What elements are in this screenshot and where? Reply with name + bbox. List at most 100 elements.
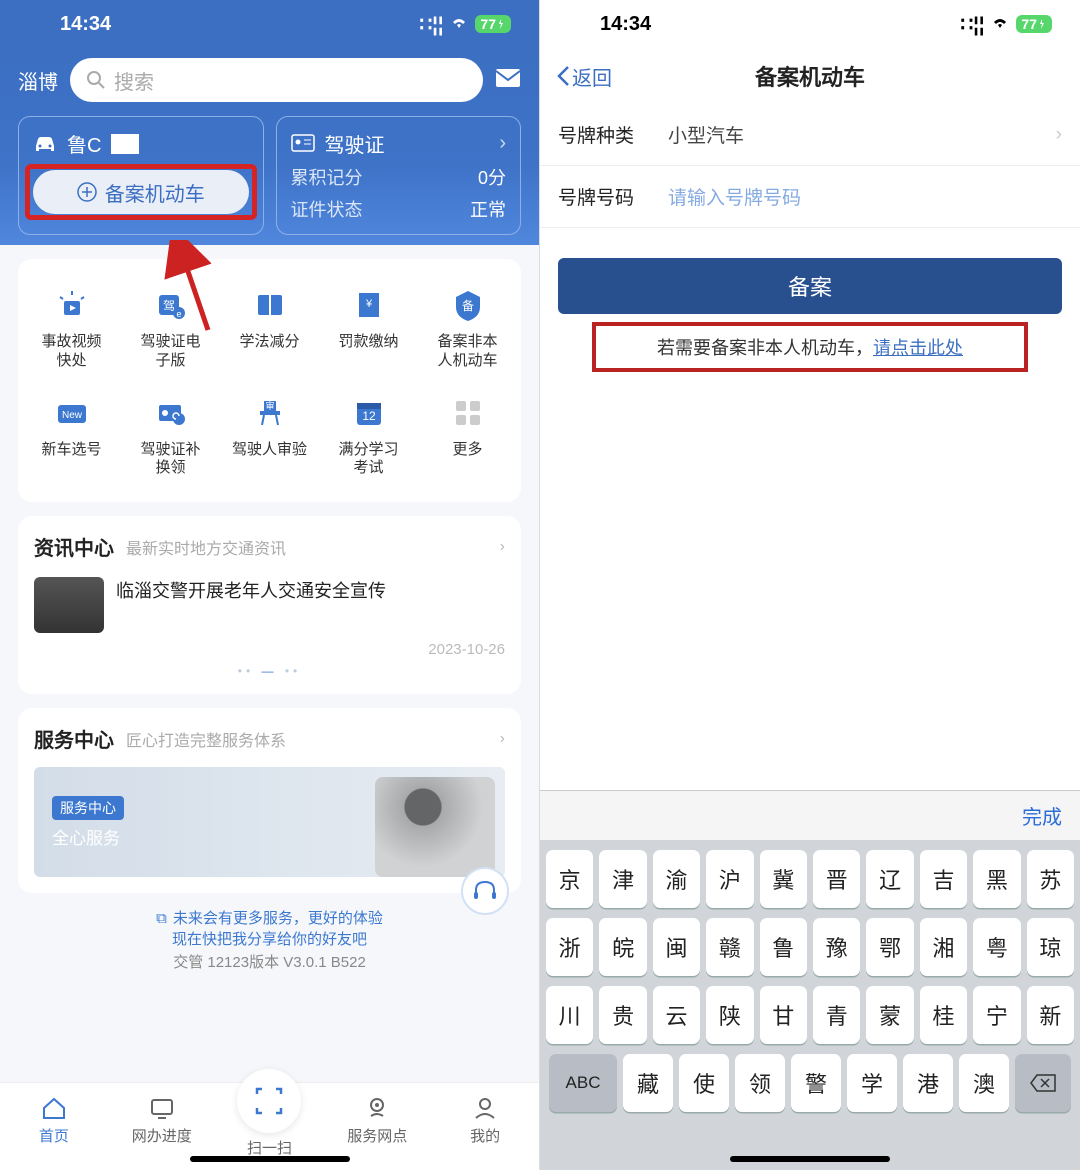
key-警[interactable]: 警 <box>791 1054 841 1112</box>
plate-type-row[interactable]: 号牌种类 小型汽车 › <box>540 104 1080 166</box>
plate-number-row[interactable]: 号牌号码 请输入号牌号码 <box>540 166 1080 228</box>
news-title: 资讯中心 <box>34 532 114 561</box>
key-吉[interactable]: 吉 <box>920 850 967 908</box>
key-赣[interactable]: 赣 <box>706 918 753 976</box>
plate-prefix: 鲁C <box>67 129 101 158</box>
chevron-right-icon[interactable]: › <box>500 538 505 556</box>
submit-button[interactable]: 备案 <box>558 258 1062 314</box>
keyboard-toolbar: 完成 <box>540 790 1080 840</box>
grid-item-7[interactable]: 审驾驶人审验 <box>220 381 319 489</box>
key-backspace[interactable] <box>1015 1054 1071 1112</box>
record-vehicle-button[interactable]: 备案机动车 <box>33 170 249 214</box>
grid-item-3[interactable]: ¥罚款缴纳 <box>319 273 418 381</box>
grid-item-4[interactable]: 备备案非本人机动车 <box>418 273 517 381</box>
key-辽[interactable]: 辽 <box>866 850 913 908</box>
service-section: 服务中心 匠心打造完整服务体系 › 服务中心 全心服务 <box>18 708 521 893</box>
key-领[interactable]: 领 <box>735 1054 785 1112</box>
points-label: 累积记分 <box>291 164 363 190</box>
status-label: 证件状态 <box>291 196 363 222</box>
key-学[interactable]: 学 <box>847 1054 897 1112</box>
key-津[interactable]: 津 <box>599 850 646 908</box>
banner-text: 全心服务 <box>52 824 124 849</box>
key-琼[interactable]: 琼 <box>1027 918 1074 976</box>
grid-label: 事故视频快处 <box>24 333 119 371</box>
banner-image <box>375 777 495 877</box>
grid-item-8[interactable]: 12满分学习考试 <box>319 381 418 489</box>
key-苏[interactable]: 苏 <box>1027 850 1074 908</box>
grid-item-0[interactable]: 事故视频快处 <box>22 273 121 381</box>
tab-mine[interactable]: 我的 <box>431 1083 539 1170</box>
grid-item-5[interactable]: New新车选号 <box>22 381 121 489</box>
tab-label: 网办进度 <box>108 1125 216 1146</box>
key-青[interactable]: 青 <box>813 986 860 1044</box>
search-placeholder: 搜索 <box>114 66 154 95</box>
key-皖[interactable]: 皖 <box>599 918 646 976</box>
key-沪[interactable]: 沪 <box>706 850 753 908</box>
key-鄂[interactable]: 鄂 <box>866 918 913 976</box>
key-甘[interactable]: 甘 <box>760 986 807 1044</box>
grid-item-1[interactable]: 驾e驾驶证电子版 <box>121 273 220 381</box>
status-bar: 14:34 ∷¦¦ 77 <box>0 0 539 48</box>
grid-label: 更多 <box>420 441 515 460</box>
chevron-right-icon: › <box>1056 124 1062 146</box>
key-豫[interactable]: 豫 <box>813 918 860 976</box>
plate-type-label: 号牌种类 <box>558 121 668 148</box>
service-banner[interactable]: 服务中心 全心服务 <box>34 767 505 877</box>
grid-label: 驾驶证电子版 <box>123 333 218 371</box>
city-selector[interactable]: 淄博 <box>18 66 58 95</box>
keyboard: 京津渝沪冀晋辽吉黑苏浙皖闽赣鲁豫鄂湘粤琼川贵云陕甘青蒙桂宁新 ABC藏使领警学港澳 <box>540 840 1080 1170</box>
vehicle-card[interactable]: 鲁C 备案机动车 <box>18 116 264 235</box>
tab-home[interactable]: 首页 <box>0 1083 108 1170</box>
key-陕[interactable]: 陕 <box>706 986 753 1044</box>
mail-icon[interactable] <box>495 68 521 93</box>
footer-note: ⧉未来会有更多服务，更好的体验现在快把我分享给你的好友吧 <box>0 907 539 949</box>
key-港[interactable]: 港 <box>903 1054 953 1112</box>
status-time: 14:34 <box>600 13 651 36</box>
key-云[interactable]: 云 <box>653 986 700 1044</box>
grid-item-9[interactable]: 更多 <box>418 381 517 489</box>
key-藏[interactable]: 藏 <box>623 1054 673 1112</box>
news-item[interactable]: 临淄交警开展老年人交通安全宣传 <box>34 577 505 633</box>
key-鲁[interactable]: 鲁 <box>760 918 807 976</box>
grid-label: 备案非本人机动车 <box>420 333 515 371</box>
search-input[interactable]: 搜索 <box>70 58 483 102</box>
key-贵[interactable]: 贵 <box>599 986 646 1044</box>
key-桂[interactable]: 桂 <box>920 986 967 1044</box>
grid-item-2[interactable]: 学法减分 <box>220 273 319 381</box>
wifi-icon <box>990 13 1010 36</box>
key-晋[interactable]: 晋 <box>813 850 860 908</box>
key-冀[interactable]: 冀 <box>760 850 807 908</box>
svg-text:12: 12 <box>362 409 376 423</box>
status-value: 正常 <box>470 196 506 222</box>
key-浙[interactable]: 浙 <box>546 918 593 976</box>
chevron-right-icon[interactable]: › <box>500 730 505 748</box>
back-button[interactable]: 返回 <box>556 62 612 91</box>
podium-icon: 审 <box>248 391 292 435</box>
svg-text:审: 审 <box>265 400 274 411</box>
key-川[interactable]: 川 <box>546 986 593 1044</box>
key-粤[interactable]: 粤 <box>973 918 1020 976</box>
key-京[interactable]: 京 <box>546 850 593 908</box>
grid-label: 驾驶证补换领 <box>123 441 218 479</box>
key-闽[interactable]: 闽 <box>653 918 700 976</box>
pager-dots: •• — •• <box>34 664 505 678</box>
svg-text:驾: 驾 <box>162 299 174 313</box>
key-黑[interactable]: 黑 <box>973 850 1020 908</box>
key-渝[interactable]: 渝 <box>653 850 700 908</box>
license-card[interactable]: 驾驶证 › 累积记分0分 证件状态正常 <box>276 116 522 235</box>
kb-done-button[interactable]: 完成 <box>1022 801 1062 830</box>
key-蒙[interactable]: 蒙 <box>866 986 913 1044</box>
chevron-right-icon: › <box>499 132 506 155</box>
key-宁[interactable]: 宁 <box>973 986 1020 1044</box>
service-subtitle: 匠心打造完整服务体系 <box>126 727 488 751</box>
grid-item-6[interactable]: 驾驶证补换领 <box>121 381 220 489</box>
key-澳[interactable]: 澳 <box>959 1054 1009 1112</box>
key-使[interactable]: 使 <box>679 1054 729 1112</box>
svg-text:¥: ¥ <box>364 298 372 310</box>
version-text: 交管 12123版本 V3.0.1 B522 <box>0 951 539 972</box>
key-湘[interactable]: 湘 <box>920 918 967 976</box>
status-time: 14:34 <box>60 13 111 36</box>
key-abc[interactable]: ABC <box>549 1054 617 1112</box>
key-新[interactable]: 新 <box>1027 986 1074 1044</box>
support-button[interactable] <box>461 867 509 915</box>
